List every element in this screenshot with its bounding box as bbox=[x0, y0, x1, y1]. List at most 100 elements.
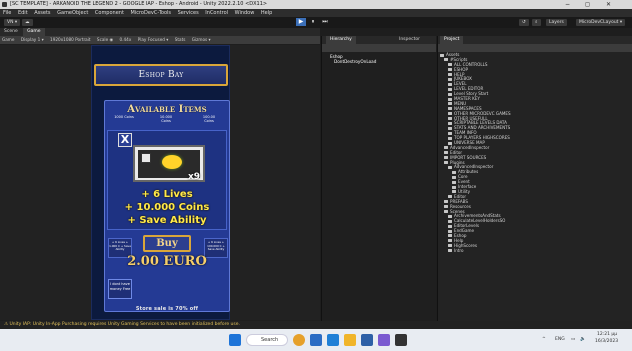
folder-icon bbox=[444, 200, 448, 204]
windows-taskbar: Search ^ ENG ▭ 🔈 12:21 μμ 16/3/2023 bbox=[0, 329, 632, 351]
layers-dropdown[interactable]: Layers bbox=[546, 19, 567, 26]
menu-incontrol[interactable]: InControl bbox=[205, 10, 228, 16]
folder-icon bbox=[448, 68, 452, 72]
coins-option-100000[interactable]: 100.00 Coins bbox=[193, 115, 225, 123]
folder-icon bbox=[444, 151, 448, 155]
game-mode-dropdown[interactable]: Game bbox=[2, 37, 14, 42]
start-menu-icon[interactable] bbox=[229, 334, 241, 346]
folder-icon bbox=[444, 205, 448, 209]
game-panel-tabbar: Scene Game bbox=[0, 28, 320, 36]
project-tree-item[interactable]: Intro bbox=[440, 248, 630, 254]
network-icon[interactable]: ▭ bbox=[571, 334, 575, 345]
folder-icon bbox=[452, 185, 456, 189]
taskbar-search-box[interactable]: Search bbox=[246, 334, 288, 346]
folder-icon bbox=[440, 53, 444, 57]
gizmos-dropdown[interactable]: Gizmos ▾ bbox=[192, 37, 211, 42]
photoshop-icon[interactable] bbox=[361, 334, 373, 346]
menu-edit[interactable]: Edit bbox=[18, 10, 28, 16]
folder-icon bbox=[448, 112, 452, 116]
folder-icon bbox=[444, 146, 448, 150]
scene-icon bbox=[448, 244, 452, 248]
menu-microdevc-tools[interactable]: MicroDevC-Tools bbox=[131, 10, 172, 16]
tab-project[interactable]: Project bbox=[440, 36, 464, 44]
minimize-button[interactable]: − bbox=[565, 0, 570, 9]
chrome-icon[interactable] bbox=[293, 334, 305, 346]
account-dropdown[interactable]: VN ▾ bbox=[4, 19, 21, 26]
stats-button[interactable]: Stats bbox=[175, 37, 186, 42]
project-search-bar[interactable] bbox=[438, 44, 632, 52]
folder-icon bbox=[448, 126, 452, 130]
perk-lives: + 6 Lives bbox=[141, 189, 193, 200]
close-window-button[interactable]: ✕ bbox=[606, 0, 611, 9]
tab-scene[interactable]: Scene bbox=[0, 28, 22, 36]
folder-icon bbox=[448, 92, 452, 96]
game-view-controls: Game Display 1 ▾ 1920x1080 Portrait Scal… bbox=[0, 36, 320, 44]
folder-icon bbox=[448, 107, 452, 111]
folder-icon bbox=[448, 97, 452, 101]
hierarchy-panel: Hierarchy Eshop DontDestroyOnLoad bbox=[321, 36, 436, 321]
menu-component[interactable]: Component bbox=[95, 10, 124, 16]
available-items-heading: Available Items bbox=[127, 104, 207, 115]
tab-game[interactable]: Game bbox=[23, 28, 45, 36]
resolution-dropdown[interactable]: 1920x1080 Portrait bbox=[50, 37, 91, 42]
tab-inspector[interactable]: Inspector bbox=[395, 36, 424, 44]
coins-option-10000[interactable]: 10.000 Coins bbox=[150, 115, 182, 123]
pause-button[interactable]: ⏸ bbox=[308, 18, 318, 26]
save-disk-icon bbox=[141, 153, 151, 163]
search-icon[interactable]: ⌕ bbox=[532, 19, 541, 26]
play-focused-dropdown[interactable]: Play Focused ▾ bbox=[138, 37, 169, 42]
clock-date[interactable]: 16/3/2023 bbox=[595, 336, 618, 347]
buy-button[interactable]: Buy bbox=[143, 235, 191, 252]
file-explorer-icon[interactable] bbox=[344, 334, 356, 346]
console-status-bar[interactable]: ⚠ Unity IAP: Unity In-App Purchasing req… bbox=[0, 321, 632, 329]
scene-icon bbox=[448, 224, 452, 228]
hierarchy-item-dontdestroy[interactable]: DontDestroyOnLoad bbox=[330, 59, 436, 64]
visual-studio-icon[interactable] bbox=[378, 334, 390, 346]
scene-icon bbox=[448, 249, 452, 253]
folder-icon bbox=[448, 121, 452, 125]
unity-logo-icon bbox=[2, 2, 7, 7]
history-icon[interactable]: ↺ bbox=[519, 19, 529, 26]
window-title: [SC TEMPLATE] - ARKANOID THE LEGEND 2 - … bbox=[10, 1, 268, 7]
menu-services[interactable]: Services bbox=[178, 10, 199, 16]
menu-bar: File Edit Assets GameObject Component Mi… bbox=[0, 9, 632, 17]
scene-icon bbox=[448, 214, 452, 218]
unity-icon[interactable] bbox=[395, 334, 407, 346]
folder-icon bbox=[444, 161, 448, 165]
project-tree: Assets #Scripts ALL CONTROLLS ESHOP HELP JUKE… bbox=[440, 52, 630, 254]
tray-chevron-icon[interactable]: ^ bbox=[542, 334, 546, 345]
scale-value: 0.44x bbox=[119, 37, 132, 42]
scene-icon bbox=[448, 229, 452, 233]
layout-dropdown[interactable]: MicroDevCLayout ▾ bbox=[576, 19, 626, 26]
folder-icon bbox=[452, 170, 456, 174]
edge-icon[interactable] bbox=[327, 334, 339, 346]
mail-icon[interactable] bbox=[310, 334, 322, 346]
coins-option-1000[interactable]: 1000 Coins bbox=[108, 115, 140, 119]
menu-file[interactable]: File bbox=[3, 10, 11, 16]
menu-help[interactable]: Help bbox=[261, 10, 272, 16]
scale-slider[interactable]: Scale ◉ bbox=[97, 37, 113, 42]
step-button[interactable]: ⏭ bbox=[320, 18, 330, 26]
folder-icon bbox=[448, 63, 452, 67]
maximize-button[interactable]: ◻ bbox=[585, 0, 590, 9]
folder-icon bbox=[444, 156, 448, 160]
display-dropdown[interactable]: Display 1 ▾ bbox=[21, 37, 44, 42]
hierarchy-search-bar[interactable] bbox=[322, 44, 436, 52]
close-item-button[interactable]: X bbox=[118, 133, 132, 147]
tab-hierarchy[interactable]: Hierarchy bbox=[326, 36, 356, 44]
folder-icon bbox=[444, 210, 448, 213]
menu-window[interactable]: Window bbox=[235, 10, 255, 16]
language-indicator[interactable]: ENG bbox=[555, 334, 565, 345]
folder-icon bbox=[448, 102, 452, 106]
no-money-button[interactable]: I dont have money Free bbox=[108, 279, 132, 299]
menu-gameobject[interactable]: GameObject bbox=[57, 10, 88, 16]
folder-icon bbox=[448, 165, 452, 169]
coins-label: Coins bbox=[204, 119, 214, 123]
price-label: 2.00 EURO bbox=[127, 254, 207, 269]
cloud-icon[interactable]: ☁ bbox=[22, 19, 33, 26]
menu-assets[interactable]: Assets bbox=[34, 10, 50, 16]
play-button[interactable]: ▶ bbox=[296, 18, 306, 26]
speaker-icon[interactable]: 🔈 bbox=[580, 334, 586, 345]
folder-icon bbox=[448, 117, 452, 121]
status-message: Unity IAP: Unity In-App Purchasing requi… bbox=[9, 322, 240, 327]
